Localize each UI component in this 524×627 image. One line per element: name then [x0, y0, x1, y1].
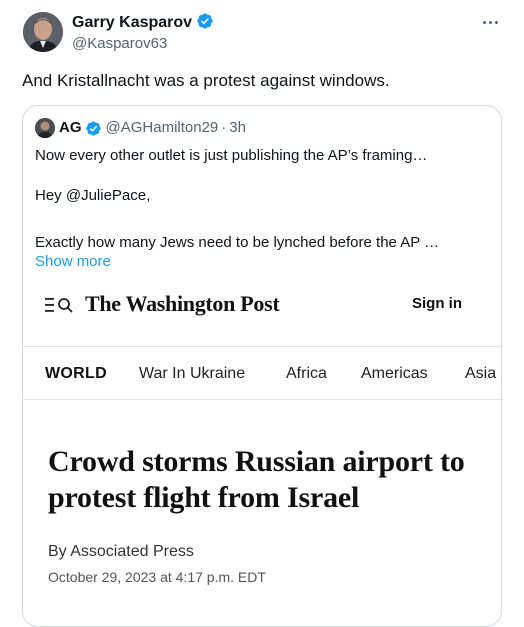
- wp-nav-africa: Africa: [286, 365, 327, 382]
- article-headline: Crowd storms Russian airport to protest …: [48, 445, 465, 514]
- more-options-button[interactable]: [478, 12, 502, 32]
- quote-author-handle[interactable]: @AGHamilton29: [106, 118, 219, 138]
- wp-nav-asia: Asia: [465, 365, 497, 382]
- tweet: Garry Kasparov @Kasparov63 And Kristalln…: [0, 0, 524, 627]
- article-date: October 29, 2023 at 4:17 p.m. EDT: [48, 569, 266, 585]
- wp-nav-americas: Americas: [361, 365, 428, 382]
- author-name-row[interactable]: Garry Kasparov: [72, 12, 214, 33]
- wp-section-nav: WORLD War In Ukraine Africa Americas Asi…: [23, 346, 501, 400]
- author-handle[interactable]: @Kasparov63: [72, 34, 167, 54]
- wp-logo: The Washington Post: [85, 291, 280, 316]
- wp-nav-world: WORLD: [45, 365, 107, 382]
- verified-badge-icon: [197, 13, 213, 29]
- quote-text-line: Now every other outlet is just publishin…: [35, 147, 428, 164]
- quoted-tweet[interactable]: AG @AGHamilton29 · 3h Now every other ou…: [22, 105, 502, 627]
- quote-avatar[interactable]: [35, 118, 55, 138]
- wp-nav-war-in-ukraine: War In Ukraine: [139, 365, 246, 382]
- wp-header: The Washington Post Sign in: [23, 278, 501, 332]
- quote-timestamp[interactable]: 3h: [229, 118, 246, 138]
- quote-text-line: Hey @JuliePace,: [35, 187, 151, 204]
- tweet-text: And Kristallnacht was a protest against …: [22, 71, 390, 90]
- quote-header: AG @AGHamilton29 · 3h: [35, 118, 246, 138]
- more-dot: [488, 20, 492, 24]
- more-horizontal-icon: [482, 20, 486, 24]
- wp-sign-in: Sign in: [412, 295, 462, 312]
- more-dot: [494, 20, 498, 24]
- author-name[interactable]: Garry Kasparov: [72, 14, 192, 31]
- menu-search-icon: [45, 298, 73, 313]
- show-more-link[interactable]: Show more: [35, 252, 111, 272]
- quote-separator: ·: [221, 119, 227, 136]
- article-screenshot-image[interactable]: The Washington Post Sign in WORLD War In…: [23, 278, 501, 626]
- quote-author-name[interactable]: AG: [59, 118, 82, 138]
- author-avatar[interactable]: [23, 12, 63, 52]
- verified-badge-icon: [85, 120, 101, 136]
- article-byline: By Associated Press: [48, 543, 194, 560]
- quote-text-line: Exactly how many Jews need to be lynched…: [35, 234, 440, 251]
